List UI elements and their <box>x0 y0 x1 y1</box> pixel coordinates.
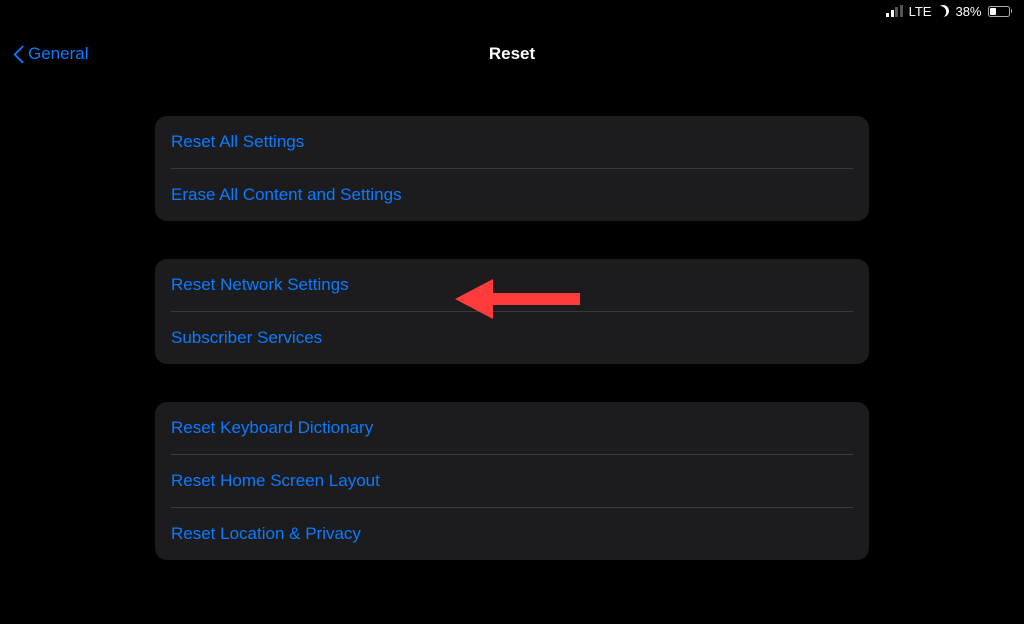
back-button[interactable]: General <box>12 44 88 64</box>
reset-location-privacy[interactable]: Reset Location & Privacy <box>155 508 869 560</box>
reset-network-settings[interactable]: Reset Network Settings <box>155 259 869 312</box>
subscriber-services[interactable]: Subscriber Services <box>155 312 869 364</box>
cell-label: Erase All Content and Settings <box>171 169 853 221</box>
settings-group: Reset All Settings Erase All Content and… <box>155 116 869 221</box>
reset-home-screen-layout[interactable]: Reset Home Screen Layout <box>155 455 869 508</box>
back-label: General <box>28 44 88 64</box>
status-bar: LTE 38% <box>0 0 1024 22</box>
erase-all-content-settings[interactable]: Erase All Content and Settings <box>155 169 869 221</box>
reset-all-settings[interactable]: Reset All Settings <box>155 116 869 169</box>
cell-label: Subscriber Services <box>171 312 853 364</box>
reset-keyboard-dictionary[interactable]: Reset Keyboard Dictionary <box>155 402 869 455</box>
cell-label: Reset Network Settings <box>171 259 853 312</box>
content: Reset All Settings Erase All Content and… <box>0 76 1024 560</box>
chevron-left-icon <box>12 44 24 64</box>
cell-label: Reset Location & Privacy <box>171 508 853 560</box>
settings-group: Reset Network Settings Subscriber Servic… <box>155 259 869 364</box>
network-type: LTE <box>909 4 932 19</box>
cell-label: Reset Keyboard Dictionary <box>171 402 853 455</box>
navigation-bar: General Reset <box>0 32 1024 76</box>
cell-label: Reset Home Screen Layout <box>171 455 853 508</box>
battery-icon <box>988 6 1013 17</box>
settings-group: Reset Keyboard Dictionary Reset Home Scr… <box>155 402 869 560</box>
page-title: Reset <box>489 44 535 64</box>
cell-label: Reset All Settings <box>171 116 853 169</box>
do-not-disturb-icon <box>937 5 949 17</box>
cellular-signal-icon <box>886 5 903 17</box>
battery-percent: 38% <box>955 4 981 19</box>
